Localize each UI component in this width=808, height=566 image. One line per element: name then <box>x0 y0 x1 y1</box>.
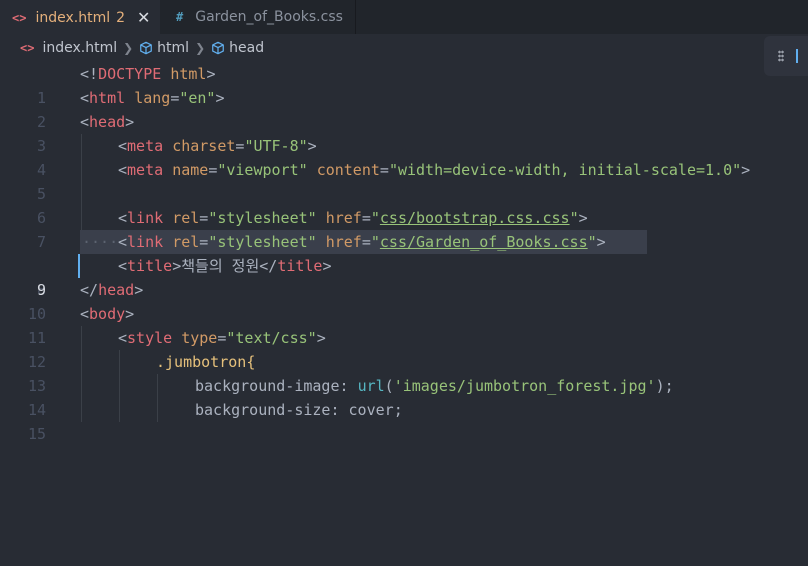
line-number: 15 <box>27 425 46 443</box>
editor-tab-bar: <> index.html 2 ✕ # Garden_of_Books.css <box>0 0 808 34</box>
chevron-right-icon: ❯ <box>123 41 134 55</box>
close-tab-icon[interactable]: ✕ <box>137 8 150 27</box>
breadcrumb: <> index.html ❯ html ❯ head <box>0 34 808 62</box>
indent-guide <box>81 182 82 206</box>
code-line: 6 <box>0 182 808 227</box>
code-line: 11 <body> <box>0 302 808 347</box>
css-file-icon: # <box>176 10 184 24</box>
drag-handle-icon[interactable] <box>778 50 784 62</box>
title-text: 책들의 정원 <box>181 257 260 275</box>
breadcrumb-item-html[interactable]: html <box>157 40 189 56</box>
code-line: 2 <html lang="en"> <box>0 86 808 131</box>
html-file-icon: <> <box>12 10 27 25</box>
code-line: 3 <head> <box>0 110 808 155</box>
indent-guide <box>119 398 120 422</box>
code-editor[interactable]: 1 <!DOCTYPE html> 2 <html lang="en"> 3 <… <box>0 62 808 443</box>
indent-guide <box>119 374 120 398</box>
link-href-path[interactable]: css/bootstrap.css.css <box>380 209 570 227</box>
code-line: 10 </head> <box>0 278 808 323</box>
tab-index-html[interactable]: <> index.html 2 ✕ <box>0 0 160 34</box>
text-cursor <box>78 254 80 278</box>
code-line: 13 .jumbotron{ <box>0 350 808 395</box>
indent-guide <box>81 158 82 182</box>
indent-guide <box>81 374 82 398</box>
tab-garden-of-books-css[interactable]: # Garden_of_Books.css <box>160 0 356 34</box>
code-line: 1 <!DOCTYPE html> <box>0 62 808 107</box>
code-line: 12 <style type="text/css"> <box>0 326 808 371</box>
code-line-current: 9 <title>책들의 정원</title> <box>0 254 808 299</box>
indent-guide <box>81 398 82 422</box>
indent-guide <box>157 374 158 398</box>
code-line: 5 <meta name="viewport" content="width=d… <box>0 158 808 203</box>
code-line: 4 <meta charset="UTF-8"> <box>0 134 808 179</box>
chevron-right-icon: ❯ <box>195 41 206 55</box>
indent-guide <box>81 326 82 350</box>
tab-label: index.html <box>35 9 111 26</box>
breadcrumb-file[interactable]: index.html <box>42 40 117 56</box>
code-line: 15 background-size: cover; <box>0 398 808 443</box>
html-file-icon: <> <box>20 41 35 55</box>
indent-guide <box>81 350 82 374</box>
breadcrumb-item-head[interactable]: head <box>229 40 264 56</box>
code-line: 14 background-image: url('images/jumbotr… <box>0 374 808 419</box>
indent-guide <box>81 206 82 230</box>
code-line-highlighted: 8 ···· <link rel="stylesheet" href="css/… <box>0 230 808 299</box>
indent-guide <box>119 350 120 374</box>
cube-symbol-icon <box>212 41 224 55</box>
whitespace-dots: ···· <box>82 233 119 251</box>
link-href-path[interactable]: css/Garden_of_Books.css <box>380 233 588 251</box>
code-line: 7 <link rel="stylesheet" href="css/boots… <box>0 206 808 251</box>
tab-label: Garden_of_Books.css <box>195 9 343 25</box>
accent-bar-icon <box>796 49 798 63</box>
indent-guide <box>81 134 82 158</box>
indent-guide <box>157 398 158 422</box>
cube-symbol-icon <box>140 41 153 55</box>
problem-count-badge: 2 <box>116 9 126 26</box>
